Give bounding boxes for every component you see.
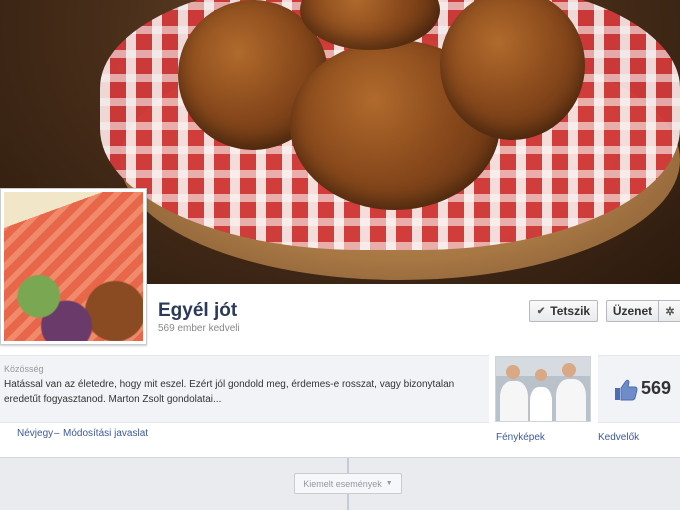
- photo-person: [500, 381, 528, 421]
- page-title[interactable]: Egyél jót: [158, 300, 237, 322]
- profile-image: [4, 192, 143, 341]
- message-button-label: Üzenet: [612, 304, 653, 318]
- thumbs-up-icon: [615, 379, 638, 401]
- photo-head: [506, 365, 520, 379]
- chevron-down-icon: ▼: [385, 480, 393, 487]
- photo-head: [535, 369, 547, 381]
- like-button[interactable]: ✔ Tetszik: [529, 300, 598, 322]
- likes-subtitle: 569 ember kedveli: [158, 323, 240, 334]
- photo-person: [556, 379, 586, 421]
- likes-box[interactable]: 569: [598, 355, 680, 423]
- like-count: 569: [641, 378, 672, 398]
- about-link[interactable]: Névjegy: [17, 428, 53, 439]
- photos-link[interactable]: Fényképek: [496, 432, 545, 443]
- profile-picture[interactable]: [0, 188, 147, 345]
- like-button-label: Tetszik: [550, 304, 591, 318]
- photo-person: [530, 387, 552, 421]
- photo-head: [562, 363, 576, 377]
- photos-thumbnail[interactable]: [495, 356, 591, 422]
- suggest-edit-link[interactable]: Módosítási javaslat: [63, 428, 148, 439]
- message-button[interactable]: Üzenet: [606, 300, 658, 322]
- likers-link[interactable]: Kedvelők: [598, 432, 639, 443]
- link-separator: –: [54, 428, 60, 439]
- checkmark-icon: ✔: [536, 305, 546, 317]
- highlights-dropdown[interactable]: Kiemelt események ▼: [294, 473, 402, 494]
- gear-icon: ✲: [665, 305, 675, 318]
- highlights-label: Kiemelt események: [303, 478, 382, 489]
- facebook-page: Egyél jót 569 ember kedveli ✔ Tetszik Üz…: [0, 0, 680, 510]
- about-section: Közösség Hatással van az életedre, hogy …: [0, 355, 489, 423]
- page-category[interactable]: Közösség: [4, 364, 44, 374]
- about-text: Hatással van az életedre, hogy mit eszel…: [4, 379, 455, 405]
- settings-button[interactable]: ✲: [658, 300, 680, 322]
